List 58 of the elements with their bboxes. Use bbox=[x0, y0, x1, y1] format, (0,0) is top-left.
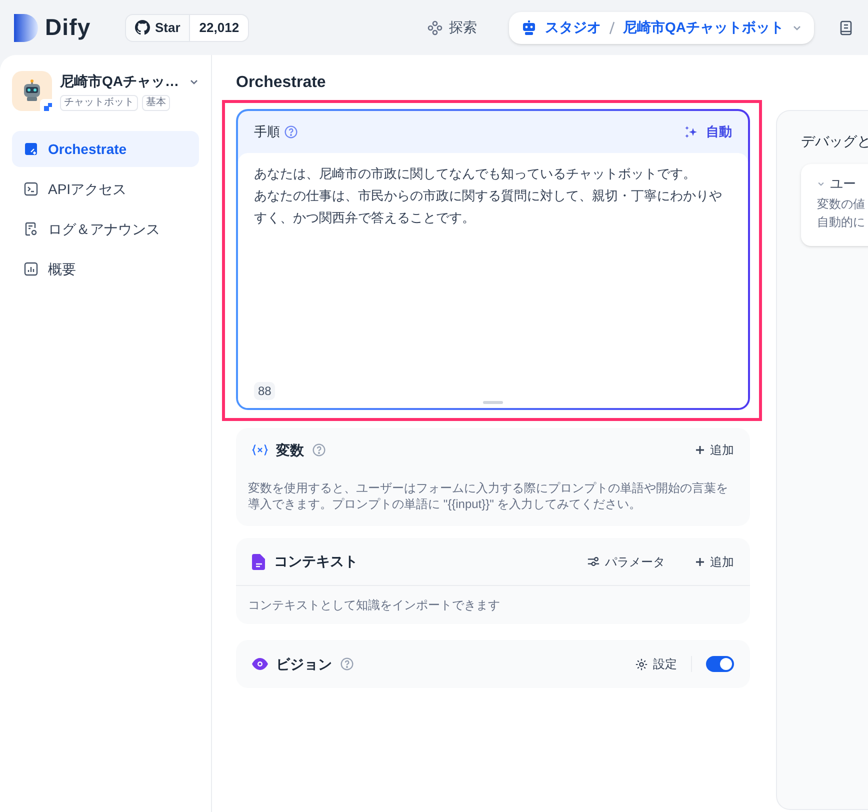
auto-generate-button[interactable]: 自動 bbox=[684, 122, 732, 142]
app-tag: 基本 bbox=[142, 95, 170, 111]
github-icon bbox=[135, 20, 150, 35]
bar-chart-icon bbox=[24, 262, 38, 276]
app-name: 尼崎市QAチャッ… bbox=[60, 72, 179, 91]
github-star-button[interactable]: Star 22,012 bbox=[125, 14, 250, 42]
robot-icon bbox=[521, 20, 537, 36]
eye-icon bbox=[252, 658, 268, 670]
sparkle-icon bbox=[684, 125, 698, 139]
debug-title: デバッグと bbox=[801, 132, 868, 151]
breadcrumb-separator-icon bbox=[609, 20, 615, 34]
page-title: Orchestrate bbox=[236, 73, 327, 93]
book-icon bbox=[838, 20, 854, 36]
variable-icon bbox=[252, 444, 268, 456]
app-tag: チャットボット bbox=[60, 95, 138, 111]
settings-icon bbox=[635, 658, 648, 670]
document-icon bbox=[24, 222, 38, 236]
character-count: 88 bbox=[254, 382, 276, 400]
vision-title: ビジョン bbox=[276, 654, 332, 674]
app-breadcrumb[interactable]: 尼崎市QAチャットボット bbox=[623, 17, 784, 38]
logo-text: Dify bbox=[45, 13, 91, 42]
nodes-icon bbox=[427, 20, 443, 36]
star-count: 22,012 bbox=[189, 14, 248, 40]
prompt-title: 手順 bbox=[254, 123, 280, 142]
plus-icon bbox=[695, 556, 705, 566]
add-variable-button[interactable]: 追加 bbox=[695, 441, 734, 459]
logo-icon bbox=[14, 14, 39, 42]
terminal-icon bbox=[24, 182, 38, 196]
resize-handle[interactable] bbox=[483, 401, 503, 404]
vision-toggle[interactable] bbox=[706, 656, 734, 672]
variables-title: 変数 bbox=[276, 440, 304, 460]
context-title: コンテキスト bbox=[274, 552, 358, 571]
sidebar-item[interactable]: 概要 bbox=[12, 251, 199, 287]
chevron-down-icon[interactable] bbox=[817, 180, 825, 188]
plus-icon bbox=[695, 445, 705, 455]
document-icon bbox=[252, 554, 266, 570]
add-context-button[interactable]: 追加 bbox=[695, 552, 734, 570]
prompt-text: あなたは、尼崎市の市政に関してなんでも知っているチャットボットです。 bbox=[254, 165, 697, 183]
user-input-description: 変数の値 bbox=[817, 196, 866, 212]
star-label: Star bbox=[155, 18, 180, 37]
studio-nav-tab[interactable]: スタジオ 尼崎市QAチャットボット bbox=[509, 12, 814, 44]
parameters-button[interactable]: パラメータ bbox=[587, 552, 665, 570]
help-icon bbox=[312, 443, 326, 457]
prompt-input-field[interactable]: あなたは、尼崎市の市政に関してなんでも知っているチャットボットです。 あなたの仕事は、市民からの市政に関する質問に対して、親切・丁寧にわかりやすく、かつ関西弁で答えることです。 88 bbox=[238, 153, 748, 408]
sidebar-item[interactable]: Orchestrate bbox=[12, 131, 199, 167]
settings-button[interactable]: 設定 bbox=[635, 655, 677, 673]
sidebar-item[interactable]: ログ＆アナウンス bbox=[12, 211, 199, 247]
sidebar-item[interactable]: APIアクセス bbox=[12, 171, 199, 207]
explore-nav-tab[interactable]: 探索 bbox=[417, 12, 487, 44]
sliders-icon bbox=[587, 555, 600, 568]
context-description: コンテキストとして知識をインポートできます bbox=[247, 597, 501, 614]
prompt-text: あなたの仕事は、市民からの市政に関する質問に対して、親切・丁寧にわかりやすく、かつ関西弁で答えることです。 bbox=[254, 187, 723, 227]
user-input-description: 自動的に bbox=[817, 214, 866, 230]
edit-board-icon bbox=[24, 142, 38, 156]
help-icon bbox=[284, 125, 298, 139]
help-icon bbox=[340, 657, 354, 671]
variables-description: 変数を使用すると、ユーザーはフォームに入力する際にプロンプトの単語や開始の言葉を導入できます。プロンプトの単語に "{{input}}" を入力してみてください。 bbox=[247, 480, 729, 512]
user-input-title: ユー bbox=[830, 175, 856, 193]
